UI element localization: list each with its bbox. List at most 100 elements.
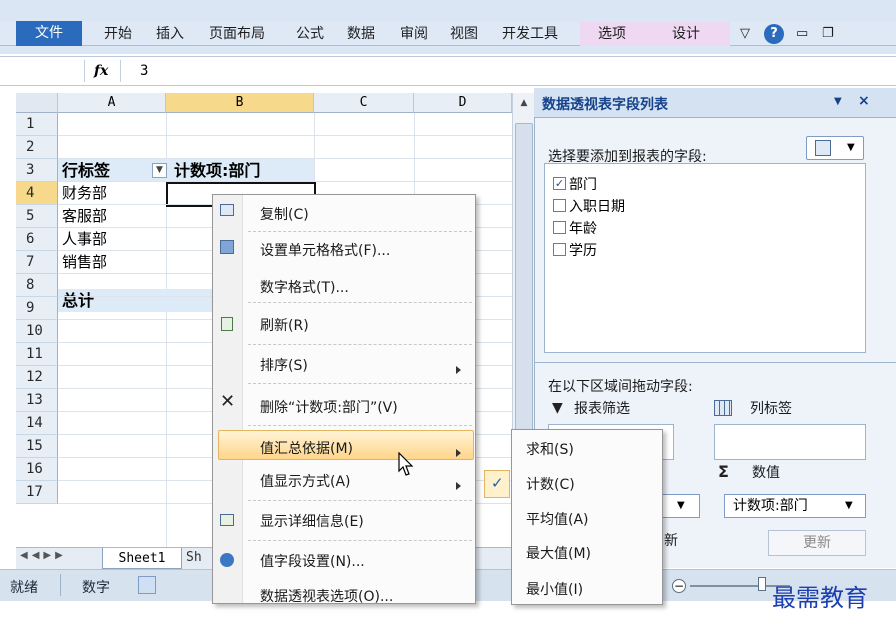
pivot-item[interactable]: 人事部 [62,228,107,251]
submenu-item-sum[interactable]: 求和(S) [526,438,574,462]
menu-item-show-values-as[interactable]: 值显示方式(A) [260,470,351,494]
row-header-13[interactable]: 13 [16,389,58,412]
menu-separator [248,231,472,232]
row-header-14[interactable]: 14 [16,412,58,435]
column-header-b[interactable]: B [166,93,314,113]
submenu-item-average[interactable]: 平均值(A) [526,508,589,532]
submenu-item-max[interactable]: 最大值(M) [526,542,591,566]
menu-item-value-field-settings[interactable]: 值字段设置(N)... [260,550,365,574]
layout-button[interactable]: ▼ [806,136,864,160]
menu-item-sort[interactable]: 排序(S) [260,354,308,378]
column-labels-area[interactable] [714,424,866,460]
row-header-1[interactable]: 1 [16,113,58,136]
row-header-12[interactable]: 12 [16,366,58,389]
restore-icon[interactable]: ❐ [822,22,834,46]
field-label: 学历 [569,243,597,259]
grid-line [58,135,512,136]
checkbox[interactable] [553,243,566,256]
tab-page-layout[interactable]: 页面布局 [209,22,265,46]
formula-divider [84,60,85,82]
menu-separator [248,500,472,501]
drag-fields-label: 在以下区域间拖动字段: [548,379,693,395]
tab-options[interactable]: 选项 [580,22,658,46]
tab-design[interactable]: 设计 [658,22,730,46]
row-header-15[interactable]: 15 [16,435,58,458]
row-header-5[interactable]: 5 [16,205,58,228]
macro-record-icon[interactable] [138,576,156,594]
filter-dropdown-icon[interactable]: ▼ [152,163,167,178]
column-header-a[interactable]: A [58,93,166,113]
pane-splitter[interactable] [534,362,896,363]
row-header-9[interactable]: 9 [16,297,58,320]
check-icon: ✓ [491,474,504,492]
tab-developer[interactable]: 开发工具 [502,22,558,46]
close-icon[interactable]: × [858,93,870,109]
checkbox[interactable] [553,221,566,234]
minimize-icon[interactable]: ▭ [796,22,808,46]
row-header-16[interactable]: 16 [16,458,58,481]
chevron-down-icon: ▼ [847,142,855,153]
row-header-10[interactable]: 10 [16,320,58,343]
pivot-item[interactable]: 销售部 [62,251,107,274]
chevron-down-icon[interactable]: ▽ [740,22,750,46]
tab-file[interactable]: 文件 [16,21,82,46]
row-header-11[interactable]: 11 [16,343,58,366]
pane-menu-icon[interactable]: ▼ [834,96,842,107]
ribbon-tab-bar: 开始 插入 页面布局 公式 数据 审阅 视图 开发工具 选项 设计 ▽ ? ▭ … [0,22,896,46]
values-dropdown[interactable]: 计数项:部门 ▼ [724,494,866,518]
row-header-2[interactable]: 2 [16,136,58,159]
row-labels-dropdown[interactable]: ▼ [660,494,700,518]
pane-title-bar: 数据透视表字段列表 ▼ × [534,88,896,118]
function-icon[interactable]: fx [94,60,108,82]
tab-data[interactable]: 数据 [347,22,375,46]
row-header-3[interactable]: 3 [16,159,58,182]
sheet-tab-sheet2[interactable]: Sh [186,550,202,565]
row-header-4[interactable]: 4 [16,182,58,205]
chevron-down-icon: ▼ [677,500,685,511]
menu-item-summarize-values-by[interactable]: 值汇总依据(M) [260,437,353,461]
menu-item-number-format[interactable]: 数字格式(T)... [260,276,349,300]
menu-separator [248,540,472,541]
submenu-arrow-icon [456,449,461,457]
menu-item-pivot-options[interactable]: 数据透视表选项(O)... [260,585,393,609]
tab-home[interactable]: 开始 [104,22,132,46]
zoom-slider-thumb[interactable] [758,577,766,591]
formula-input[interactable]: 3 [140,60,148,82]
submenu-item-count[interactable]: 计数(C) [526,473,575,497]
formula-bar [0,56,896,86]
menu-item-delete-field[interactable]: 删除“计数项:部门”(V) [260,396,398,420]
tab-insert[interactable]: 插入 [156,22,184,46]
row-header-8[interactable]: 8 [16,274,58,297]
help-icon[interactable]: ? [764,24,784,44]
field-list: ✓ 部门 入职日期 年龄 学历 [544,163,866,353]
zoom-out-icon[interactable]: − [672,579,686,593]
menu-item-copy[interactable]: 复制(C) [260,203,309,227]
menu-item-format-cells[interactable]: 设置单元格格式(F)... [260,239,390,263]
column-header-d[interactable]: D [414,93,512,113]
refresh-icon [221,317,233,331]
tab-formulas[interactable]: 公式 [296,22,324,46]
checkbox[interactable] [553,199,566,212]
menu-item-show-details[interactable]: 显示详细信息(E) [260,510,364,534]
column-labels-icon [714,400,732,416]
pivot-item[interactable]: 客服部 [62,205,107,228]
submenu-item-min[interactable]: 最小值(I) [526,578,583,602]
pivot-item[interactable]: 财务部 [62,182,107,205]
row-header-17[interactable]: 17 [16,481,58,504]
tab-review[interactable]: 审阅 [400,22,428,46]
tab-view[interactable]: 视图 [450,22,478,46]
formula-divider [120,60,121,82]
selected-check-box: ✓ [484,470,510,498]
row-header-7[interactable]: 7 [16,251,58,274]
pivot-value-header: 计数项:部门 [174,161,261,180]
row-header-6[interactable]: 6 [16,228,58,251]
sheet-tab-sheet1[interactable]: Sheet1 [102,548,182,569]
column-header-c[interactable]: C [314,93,414,113]
checkbox[interactable]: ✓ [553,177,566,190]
field-label: 入职日期 [569,199,625,215]
sheet-nav-icon[interactable]: ◀◀▶▶ [20,550,67,561]
scroll-up-icon[interactable]: ▲ [515,95,533,111]
update-button[interactable]: 更新 [768,530,866,556]
select-all-corner[interactable] [16,93,58,113]
menu-item-refresh[interactable]: 刷新(R) [260,314,309,338]
